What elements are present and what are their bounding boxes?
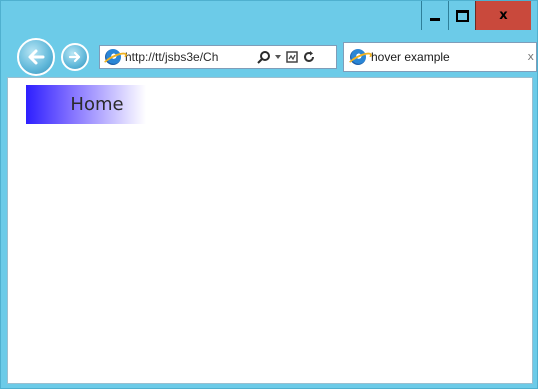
forward-arrow-icon <box>68 51 81 63</box>
refresh-icon[interactable] <box>302 50 316 64</box>
page-content: Home <box>7 77 533 384</box>
minimize-button[interactable] <box>421 1 448 30</box>
tab-hover-example[interactable]: hover example x <box>343 42 537 72</box>
navigation-bar: http://tt/jsbs3e/Ch hover example x <box>7 36 537 80</box>
close-icon: x <box>499 8 508 23</box>
address-tools <box>257 50 316 64</box>
back-button[interactable] <box>17 38 55 76</box>
back-arrow-icon <box>28 49 45 65</box>
address-url[interactable]: http://tt/jsbs3e/Ch <box>125 50 253 64</box>
dropdown-icon[interactable] <box>274 53 282 61</box>
ie-tab-icon <box>350 49 366 65</box>
maximize-button[interactable] <box>448 1 475 30</box>
ie-page-icon <box>105 49 121 65</box>
forward-button[interactable] <box>61 43 89 71</box>
search-icon[interactable] <box>257 50 271 64</box>
caption-buttons: x <box>421 1 531 31</box>
tab-title: hover example <box>371 50 450 64</box>
maximize-icon <box>455 9 469 22</box>
home-nav-link[interactable]: Home <box>26 85 146 124</box>
browser-window: x http://tt/jsbs3e/Ch hover example x Ho… <box>0 0 538 389</box>
minimize-icon <box>430 18 440 21</box>
close-button[interactable]: x <box>475 1 531 30</box>
address-bar[interactable]: http://tt/jsbs3e/Ch <box>99 45 337 69</box>
compatibility-view-icon[interactable] <box>285 50 299 64</box>
tab-close-icon[interactable]: x <box>527 50 534 63</box>
